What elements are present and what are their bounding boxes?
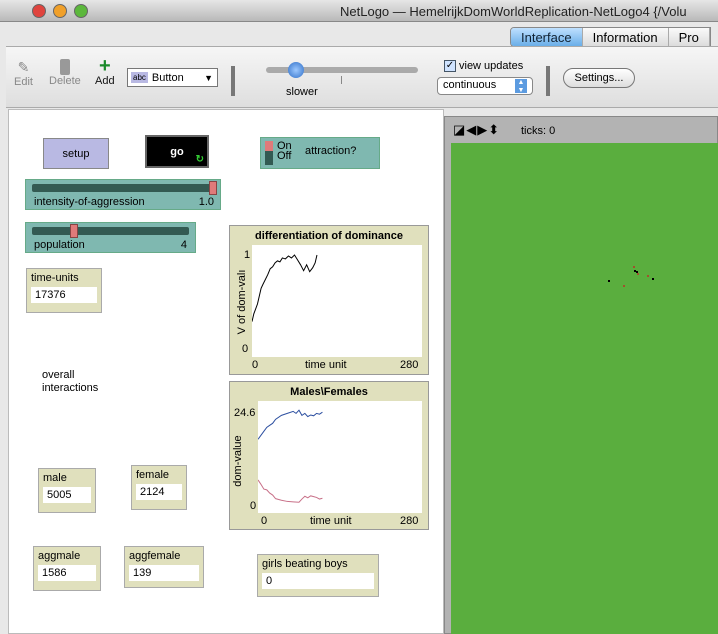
setup-button[interactable]: setup: [43, 138, 109, 169]
tab-interface[interactable]: Interface: [511, 28, 583, 46]
plot-area: [258, 401, 422, 513]
time-units-monitor: time-units 17376: [26, 268, 102, 313]
vertical-arrows-icon[interactable]: ⬍: [488, 122, 500, 137]
switch-knob: [265, 141, 273, 151]
x-tick-max: 280: [400, 515, 419, 527]
view-updates-checkbox[interactable]: ✓ view updates: [444, 60, 523, 72]
plot-area: [252, 245, 422, 357]
settings-button[interactable]: Settings...: [563, 68, 635, 88]
toolbar: ✎ Edit Delete + Add abc Button ▼ slower ✓ …: [6, 46, 718, 108]
horizontal-arrows-icon[interactable]: ◀▶: [466, 122, 488, 137]
checkbox-checked-icon: ✓: [444, 60, 456, 72]
plot-differentiation: differentiation of dominance 1 0 V of do…: [229, 225, 429, 375]
forever-icon: ↻: [195, 154, 204, 165]
plot-title: differentiation of dominance: [255, 230, 403, 242]
select-arrows-icon: ▲ ▼: [515, 79, 527, 94]
pencil-icon: ✎: [17, 59, 30, 75]
tab-bar: Interface Information Pro: [510, 27, 711, 47]
agents-layer: [608, 266, 654, 287]
x-tick-max: 280: [400, 359, 419, 371]
x-axis-label: time unit: [305, 359, 347, 371]
girls-beating-boys-monitor: girls beating boys 0: [257, 554, 379, 597]
button-widget-icon: abc: [131, 72, 148, 83]
x-tick-min: 0: [261, 515, 268, 527]
update-mode-select[interactable]: continuous ▲ ▼: [437, 77, 533, 95]
minimize-window-button[interactable]: [53, 4, 67, 18]
tab-information[interactable]: Information: [582, 28, 669, 46]
attraction-switch[interactable]: On Off attraction?: [260, 137, 380, 169]
tab-procedures[interactable]: Pro: [668, 28, 710, 46]
agent: [633, 266, 635, 268]
chevron-down-icon: ▼: [204, 72, 213, 83]
agent: [652, 278, 654, 280]
population-slider[interactable]: population 4: [25, 222, 196, 253]
close-window-button[interactable]: [32, 4, 46, 18]
aggfemale-monitor: aggfemale 139: [124, 546, 204, 588]
widget-type-dropdown[interactable]: abc Button ▼: [127, 68, 218, 87]
delete-button[interactable]: Delete: [49, 59, 81, 87]
agent: [647, 275, 649, 277]
slider-knob[interactable]: [70, 224, 78, 238]
speed-slider[interactable]: [266, 62, 418, 78]
plot-title: Males\Females: [290, 386, 368, 398]
speed-slider-knob[interactable]: [288, 62, 304, 78]
plot-males-females: Males\Females 24.6 0 dom-value 0 time un…: [229, 381, 429, 530]
trash-icon: [59, 59, 70, 75]
agent: [608, 280, 610, 282]
x-tick-min: 0: [252, 359, 259, 371]
edit-button[interactable]: ✎ Edit: [14, 59, 33, 88]
y-tick-min: 0: [250, 500, 257, 512]
divider: [546, 66, 550, 96]
agent: [634, 270, 636, 272]
go-button[interactable]: go ↻: [145, 135, 209, 168]
agent: [637, 273, 639, 275]
zoom-corner-icon[interactable]: ◪: [453, 122, 466, 137]
view-control-icons[interactable]: ◪◀▶⬍: [453, 123, 500, 136]
title-bar: NetLogo — HemelrijkDomWorldReplication-N…: [0, 0, 718, 22]
agent: [623, 285, 625, 287]
speed-label: slower: [286, 86, 318, 98]
overall-interactions-note: overall interactions: [42, 369, 99, 394]
ticks-counter: ticks: 0: [521, 125, 556, 137]
window-title: NetLogo — HemelrijkDomWorldReplication-N…: [340, 4, 687, 19]
add-button[interactable]: + Add: [95, 55, 115, 87]
y-axis-label: V of dom-valı: [236, 269, 248, 335]
agent: [636, 271, 638, 273]
slider-knob[interactable]: [209, 181, 217, 195]
speed-tick: [341, 76, 342, 84]
aggmale-monitor: aggmale 1586: [33, 546, 101, 591]
female-monitor: female 2124: [131, 465, 187, 510]
intensity-of-aggression-slider[interactable]: intensity-of-aggression 1.0: [25, 179, 221, 210]
plus-icon: +: [98, 55, 111, 77]
zoom-window-button[interactable]: [74, 4, 88, 18]
x-axis-label: time unit: [310, 515, 352, 527]
divider: [231, 66, 235, 96]
y-axis-label: dom-value: [232, 435, 244, 487]
male-monitor: male 5005: [38, 468, 96, 513]
y-tick-max: 24.6: [234, 407, 256, 419]
